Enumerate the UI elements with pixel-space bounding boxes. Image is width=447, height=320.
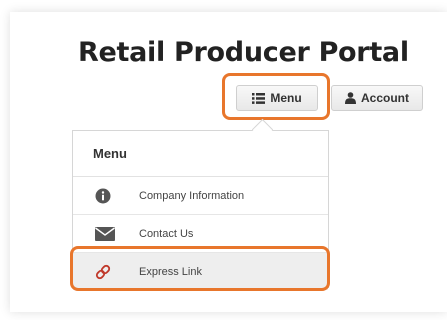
dropdown-header: Menu <box>73 131 328 177</box>
menu-item-company-information[interactable]: Company Information <box>73 177 328 215</box>
account-button-label: Account <box>361 91 409 105</box>
envelope-icon <box>95 226 125 241</box>
info-icon <box>95 188 125 204</box>
menu-item-label: Express Link <box>139 265 202 278</box>
account-button[interactable]: Account <box>331 85 423 111</box>
link-icon <box>95 264 125 280</box>
page-title: Retail Producer Portal <box>78 37 409 68</box>
menu-item-contact-us[interactable]: Contact Us <box>73 215 328 253</box>
menu-button[interactable]: Menu <box>236 85 318 111</box>
list-icon <box>252 92 266 104</box>
menu-item-label: Company Information <box>139 189 245 202</box>
menu-item-express-link[interactable]: Express Link <box>73 253 328 290</box>
menu-dropdown: Menu Company Information Contact Us Expr… <box>72 130 329 290</box>
user-icon <box>345 92 356 104</box>
menu-item-label: Contact Us <box>139 227 194 240</box>
menu-button-label: Menu <box>270 91 302 105</box>
